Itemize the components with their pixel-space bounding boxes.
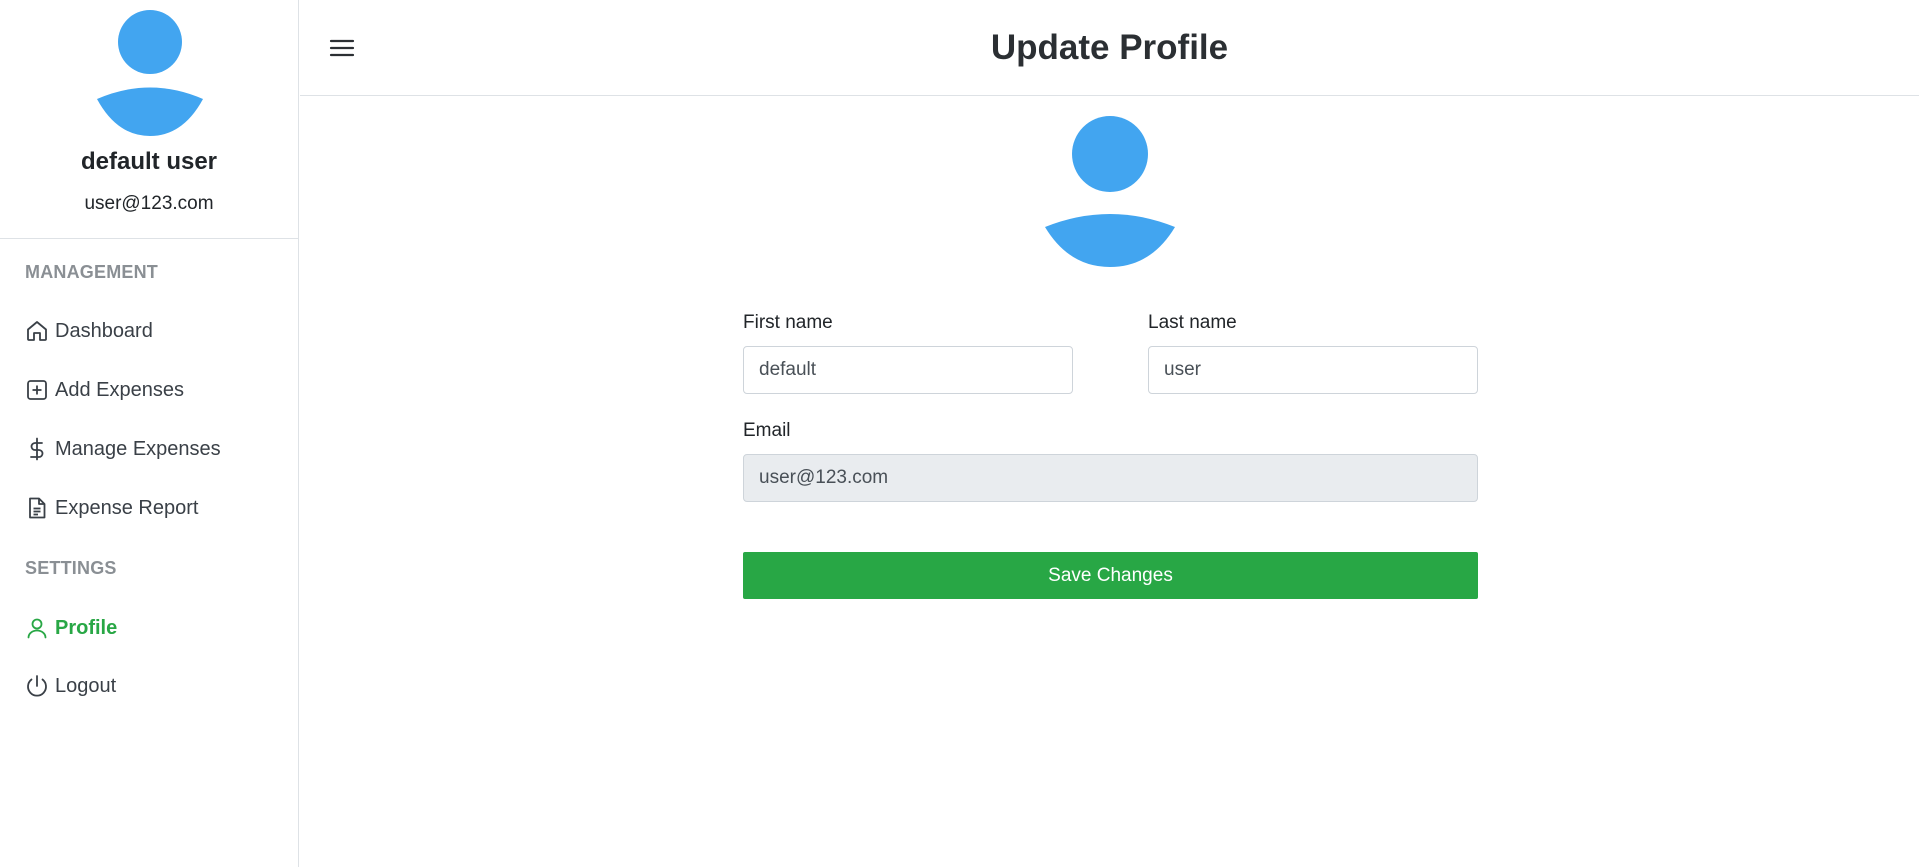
sidebar-profile-card: default user user@123.com [0,0,298,239]
file-text-icon [29,497,46,519]
sidebar: default user user@123.com MANAGEMENT Das… [0,0,299,867]
sidebar-item-label: Expense Report [55,496,199,519]
section-heading-management: MANAGEMENT [25,262,158,282]
section-heading-settings: SETTINGS [25,558,117,578]
sidebar-item-label: Dashboard [55,319,153,342]
last-name-input[interactable] [1148,346,1478,394]
first-name-label: First name [743,312,833,333]
sidebar-item-dashboard[interactable]: Dashboard [25,319,153,343]
plus-square-icon [27,380,47,400]
profile-avatar-icon[interactable] [1043,115,1177,269]
sidebar-user-email: user@123.com [84,193,214,214]
dollar-icon [30,437,44,461]
sidebar-item-profile[interactable]: Profile [25,616,117,640]
sidebar-user-name: default user [80,148,218,175]
first-name-input[interactable] [743,346,1073,394]
sidebar-item-manage-expenses[interactable]: Manage Expenses [25,437,221,461]
user-icon [27,618,47,639]
app-root: default user user@123.com MANAGEMENT Das… [0,0,1919,867]
sidebar-item-add-expenses[interactable]: Add Expenses [25,378,184,402]
power-icon [27,675,47,697]
avatar-icon [97,10,203,136]
home-icon [27,321,47,341]
sidebar-item-label: Profile [55,616,118,639]
top-header: Update Profile [300,0,1919,96]
sidebar-item-logout[interactable]: Logout [25,674,116,698]
email-label: Email [743,420,791,441]
last-name-label: Last name [1148,312,1237,333]
email-field [743,454,1478,502]
sidebar-item-expense-report[interactable]: Expense Report [25,496,198,520]
save-changes-button[interactable]: Save Changes [743,552,1478,599]
page-title: Update Profile [990,28,1229,67]
sidebar-item-label: Manage Expenses [55,437,221,460]
sidebar-item-label: Logout [55,674,117,697]
sidebar-item-label: Add Expenses [55,378,184,401]
